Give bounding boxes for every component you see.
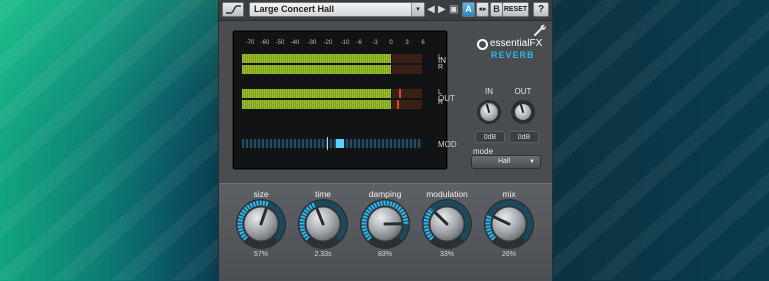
input-meter-right <box>242 65 422 74</box>
next-preset-icon[interactable]: ▶ <box>438 3 446 16</box>
knob-damping[interactable] <box>357 196 413 252</box>
save-preset-icon[interactable]: ▣ <box>449 3 458 16</box>
output-meter-label: OUT <box>438 94 455 103</box>
input-gain-label: IN <box>485 87 493 96</box>
toolbar: Large Concert Hall ▾ ◀ ▶ ▣ A ●▸ B RESET … <box>219 0 552 21</box>
output-gain-label: OUT <box>515 87 532 96</box>
knob-value-modulation: 33% <box>440 251 454 258</box>
help-button[interactable]: ? <box>533 2 549 17</box>
curve-button[interactable] <box>222 2 244 17</box>
knob-size[interactable] <box>233 196 289 252</box>
knob-value-damping: 83% <box>378 251 392 258</box>
mode-select[interactable]: Hall ▼ <box>471 155 541 169</box>
meter-scale-tick: -6 <box>356 40 361 46</box>
meter-scale-tick: -70 <box>246 40 255 46</box>
input-meter-left <box>242 54 422 63</box>
output-meter-left <box>242 89 422 98</box>
input-meter-left-fill <box>242 54 391 63</box>
input-gain-value: 0dB <box>475 131 505 143</box>
knob-time[interactable] <box>295 196 351 252</box>
meter-scale-tick: 3 <box>405 40 408 46</box>
input-gain-knob[interactable] <box>476 99 502 125</box>
meter-scale-tick: -60 <box>261 40 270 46</box>
output-meter-right <box>242 100 422 109</box>
mod-meter-indicator <box>336 139 344 148</box>
logo-mark <box>477 39 488 50</box>
background-glow <box>0 0 220 280</box>
output-meter-right-fill <box>242 100 391 109</box>
meter-scale-tick: -40 <box>291 40 300 46</box>
ab-copy-button[interactable]: ●▸ <box>476 2 489 17</box>
input-meter-label: IN <box>438 56 446 65</box>
meter-scale-tick: 6 <box>421 40 424 46</box>
input-right-channel-label: R <box>438 64 443 71</box>
chevron-down-icon: ▼ <box>529 159 535 165</box>
mod-meter-label: MOD <box>438 140 457 149</box>
preset-selector[interactable]: Large Concert Hall ▾ <box>249 2 425 17</box>
output-meter-left-fill <box>242 89 391 98</box>
preset-name: Large Concert Hall <box>254 4 334 14</box>
parameter-panel: size57%time2.33sdamping83%modulation33%m… <box>219 183 552 281</box>
output-right-peak <box>397 100 399 109</box>
meter-scale-tick: -3 <box>372 40 377 46</box>
output-gain-value: 0dB <box>509 131 539 143</box>
knob-mix[interactable] <box>481 196 537 252</box>
output-gain-knob[interactable] <box>510 99 536 125</box>
mode-value: Hall <box>498 158 510 165</box>
reverb-plugin-window: Large Concert Hall ▾ ◀ ▶ ▣ A ●▸ B RESET … <box>218 0 553 280</box>
meter-scale-tick: 0 <box>389 40 392 46</box>
output-left-peak <box>399 89 401 98</box>
logo-brand: essentialFX <box>490 38 542 49</box>
meter-display: -70-60-50-40-30-20-10-6-3036 L R IN <box>232 30 448 170</box>
knob-value-time: 2.33s <box>314 251 331 258</box>
meter-scale-tick: -30 <box>308 40 317 46</box>
knob-modulation[interactable] <box>419 196 475 252</box>
meter-scale-tick: -50 <box>276 40 285 46</box>
wrench-icon[interactable] <box>533 23 547 37</box>
curve-icon <box>225 4 242 15</box>
meter-scale-tick: -20 <box>324 40 333 46</box>
preset-dropdown-icon[interactable]: ▾ <box>411 3 424 16</box>
knob-value-size: 57% <box>254 251 268 258</box>
knob-value-mix: 26% <box>502 251 516 258</box>
logo-product: REVERB <box>491 50 535 60</box>
input-meter-right-fill <box>242 65 391 74</box>
meter-scale-tick: -10 <box>341 40 350 46</box>
mod-meter <box>242 139 422 148</box>
ab-a-button[interactable]: A <box>462 2 475 17</box>
mod-center-mark <box>327 137 328 150</box>
reset-button[interactable]: RESET <box>502 2 529 17</box>
prev-preset-icon[interactable]: ◀ <box>427 3 435 16</box>
